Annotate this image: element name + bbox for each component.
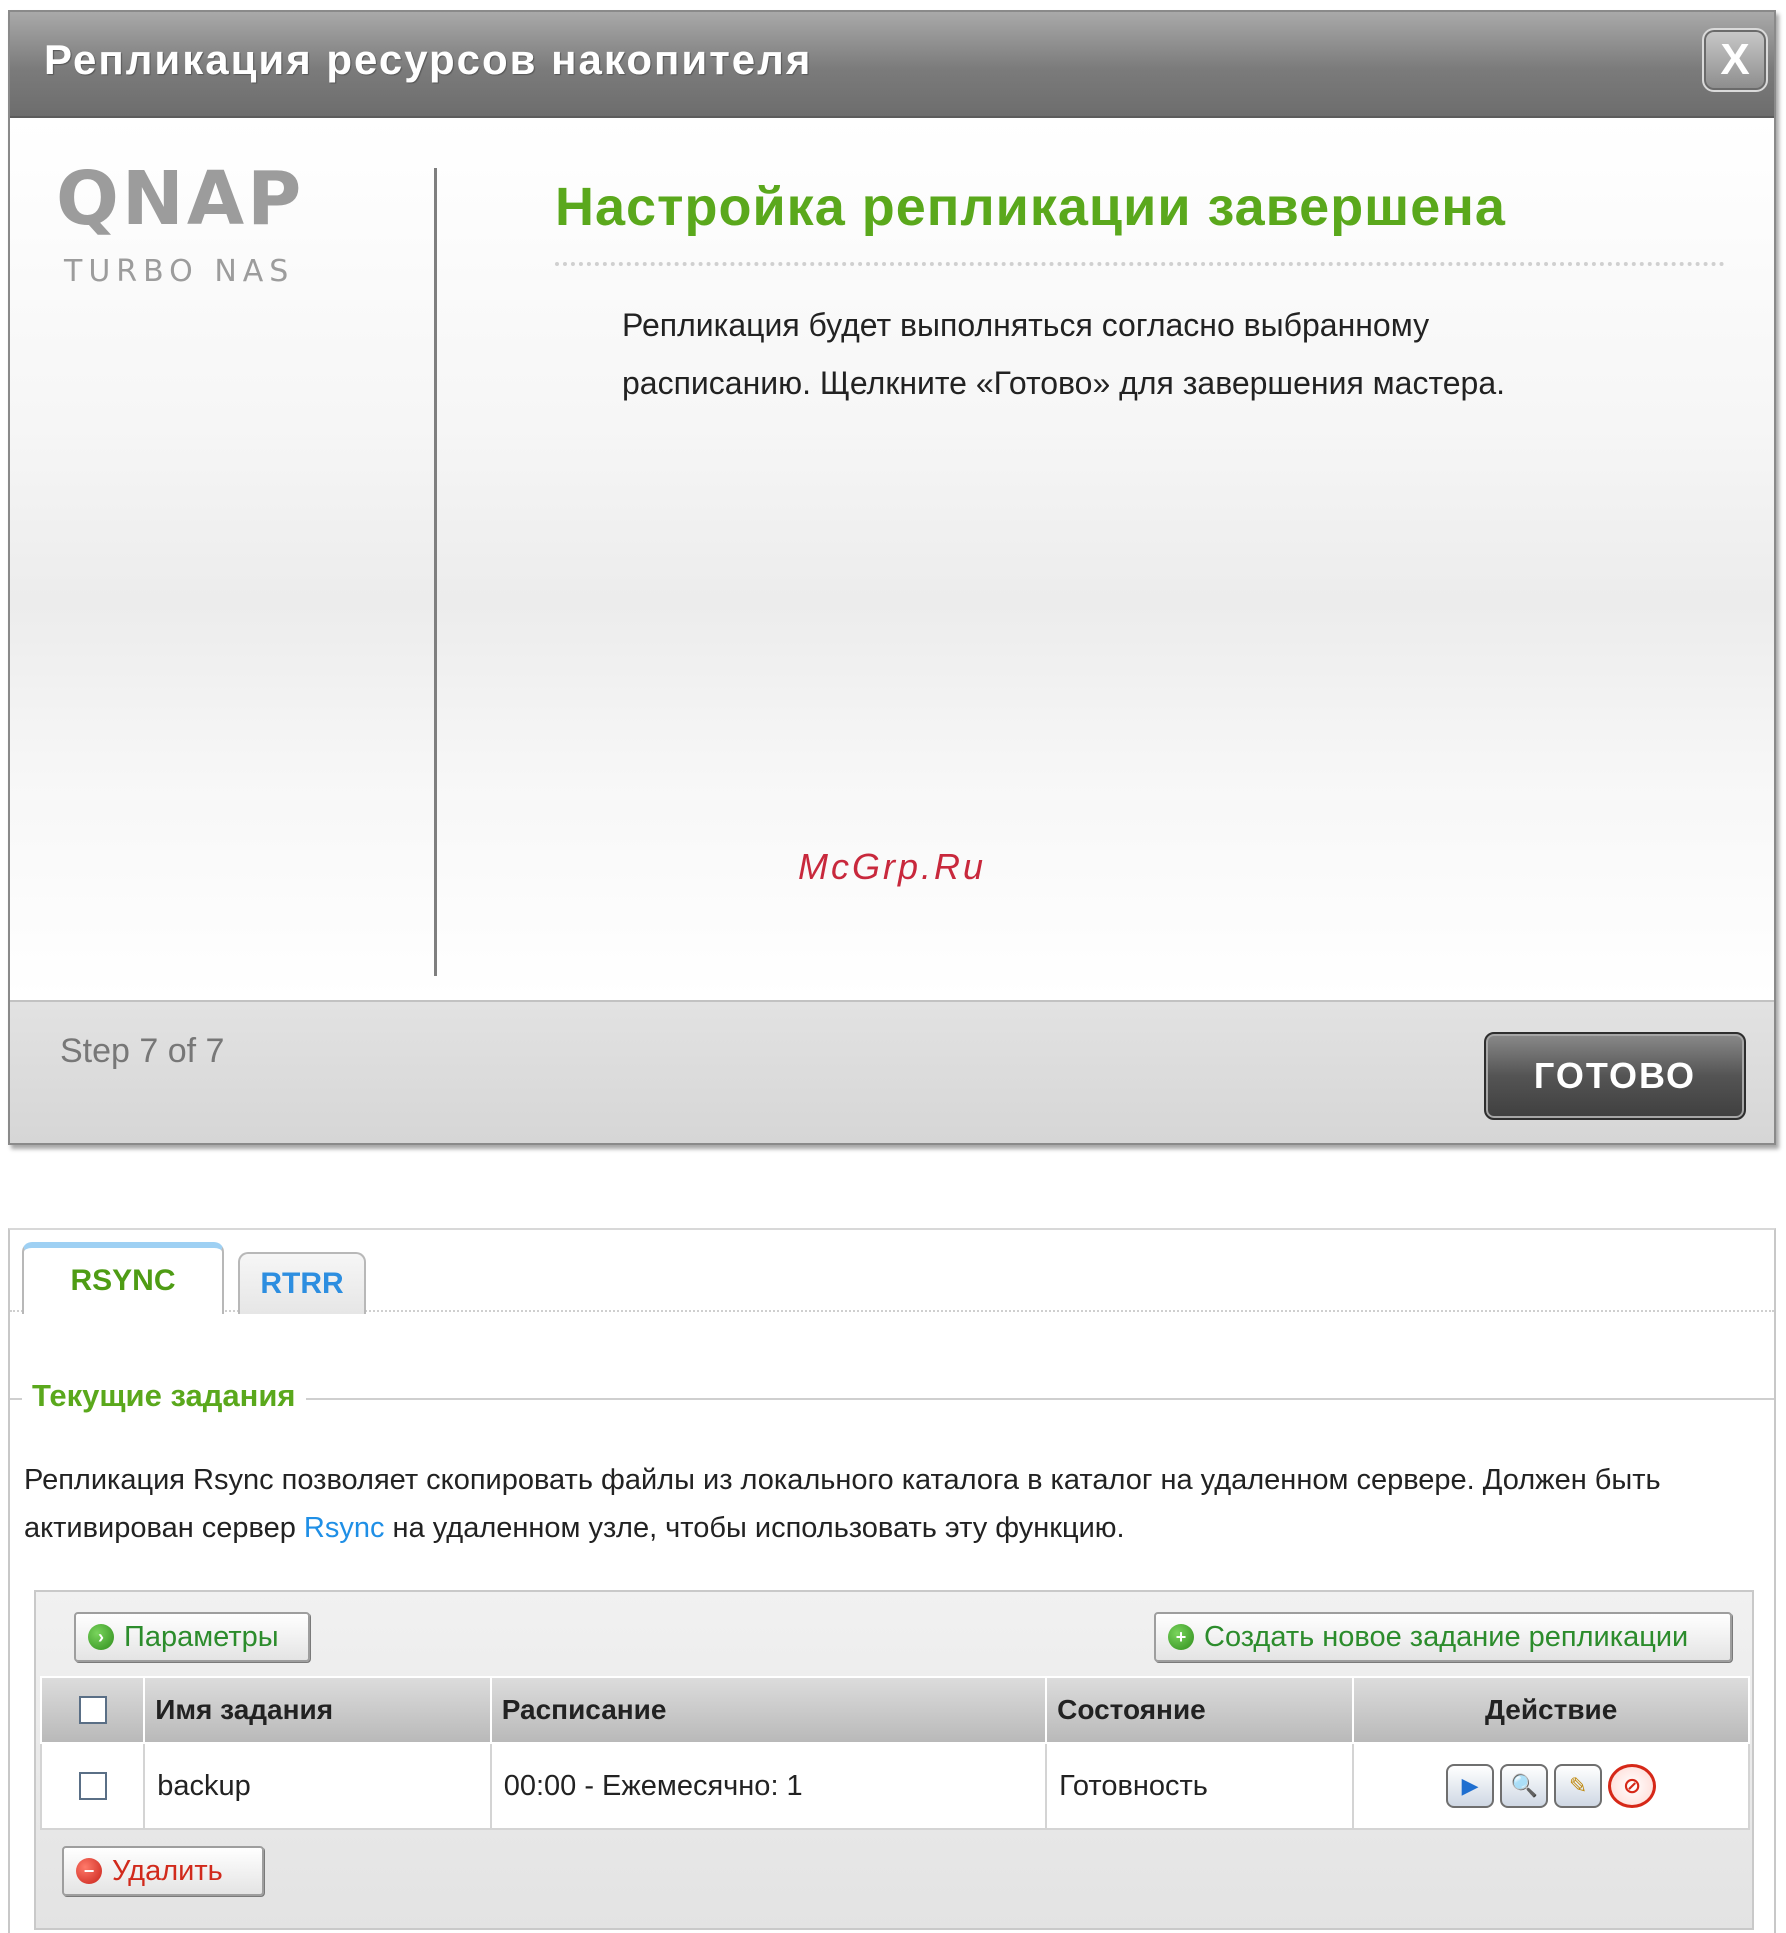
done-button[interactable]: ГОТОВО xyxy=(1484,1032,1746,1120)
job-name-cell: backup xyxy=(143,1742,492,1830)
edit-icon[interactable]: ✎ xyxy=(1554,1764,1603,1808)
row-checkbox[interactable] xyxy=(78,1772,107,1800)
wizard-heading: Настройка репликации завершена xyxy=(555,177,1506,237)
step-indicator: Step 7 of 7 xyxy=(60,1032,225,1070)
job-schedule-cell: 00:00 - Ежемесячно: 1 xyxy=(489,1742,1048,1830)
logo-main-text: QNAP xyxy=(56,156,305,242)
column-header-schedule[interactable]: Расписание xyxy=(489,1676,1048,1744)
wizard-title: Репликация ресурсов накопителя xyxy=(44,36,813,83)
stop-icon[interactable]: ⊘ xyxy=(1608,1764,1657,1808)
wizard-titlebar: Репликация ресурсов накопителя X xyxy=(10,12,1774,118)
delete-button[interactable]: − Удалить xyxy=(62,1846,264,1896)
wizard-message: Репликация будет выполняться согласно вы… xyxy=(622,296,1702,412)
jobs-grid: › Параметры + Создать новое задание репл… xyxy=(34,1590,1754,1930)
wizard-message-line-2: расписанию. Щелкните «Готово» для заверш… xyxy=(622,365,1506,401)
job-actions-cell: ▶ 🔍 ✎ ⊘ xyxy=(1352,1742,1750,1830)
job-status-cell: Готовность xyxy=(1045,1742,1355,1830)
replication-wizard-dialog: Репликация ресурсов накопителя X QNAP TU… xyxy=(8,10,1776,1145)
table-header-row: Имя задания Расписание Состояние Действи… xyxy=(39,1676,1750,1744)
select-all-header xyxy=(39,1676,146,1744)
remove-icon: − xyxy=(76,1858,102,1884)
tab-rsync[interactable]: RSYNC xyxy=(22,1242,224,1314)
parameters-button-label: Параметры xyxy=(124,1620,279,1653)
column-header-status[interactable]: Состояние xyxy=(1045,1676,1355,1744)
row-select-cell xyxy=(39,1742,146,1830)
arrow-right-icon: › xyxy=(88,1624,114,1650)
column-header-action: Действие xyxy=(1352,1676,1750,1744)
watermark: McGrp.Ru xyxy=(797,846,987,887)
close-icon: X xyxy=(1720,35,1750,84)
done-button-label: ГОТОВО xyxy=(1533,1055,1697,1096)
close-button[interactable]: X xyxy=(1702,28,1768,92)
column-header-name[interactable]: Имя задания xyxy=(143,1676,492,1744)
delete-button-label: Удалить xyxy=(112,1854,223,1887)
heading-separator xyxy=(555,262,1725,266)
description-text-end: на удаленном узле, чтобы использовать эт… xyxy=(384,1512,1125,1544)
rsync-description: Репликация Rsync позволяет скопировать ф… xyxy=(24,1456,1764,1552)
parameters-button[interactable]: › Параметры xyxy=(74,1612,310,1662)
action-buttons: ▶ 🔍 ✎ ⊘ xyxy=(1366,1764,1736,1808)
select-all-checkbox[interactable] xyxy=(78,1696,107,1724)
table-row: backup 00:00 - Ежемесячно: 1 Готовность … xyxy=(39,1742,1750,1830)
view-log-icon[interactable]: 🔍 xyxy=(1500,1764,1549,1808)
rsync-link[interactable]: Rsync xyxy=(304,1512,385,1544)
qnap-logo: QNAP TURBO NAS xyxy=(56,156,356,289)
create-job-button-label: Создать новое задание репликации xyxy=(1204,1620,1689,1653)
section-title: Текущие задания xyxy=(22,1378,306,1414)
create-job-button[interactable]: + Создать новое задание репликации xyxy=(1154,1612,1732,1662)
jobs-table: Имя задания Расписание Состояние Действи… xyxy=(39,1676,1750,1830)
replication-panel: RSYNC RTRR Текущие задания Репликация Rs… xyxy=(8,1228,1776,1933)
wizard-message-line-1: Репликация будет выполняться согласно вы… xyxy=(622,307,1430,343)
tab-rtrr[interactable]: RTRR xyxy=(238,1252,366,1314)
add-icon: + xyxy=(1168,1624,1194,1650)
play-icon[interactable]: ▶ xyxy=(1446,1764,1495,1808)
wizard-footer: Step 7 of 7 ГОТОВО xyxy=(10,1000,1774,1143)
logo-sub-text: TURBO NAS xyxy=(64,254,295,289)
